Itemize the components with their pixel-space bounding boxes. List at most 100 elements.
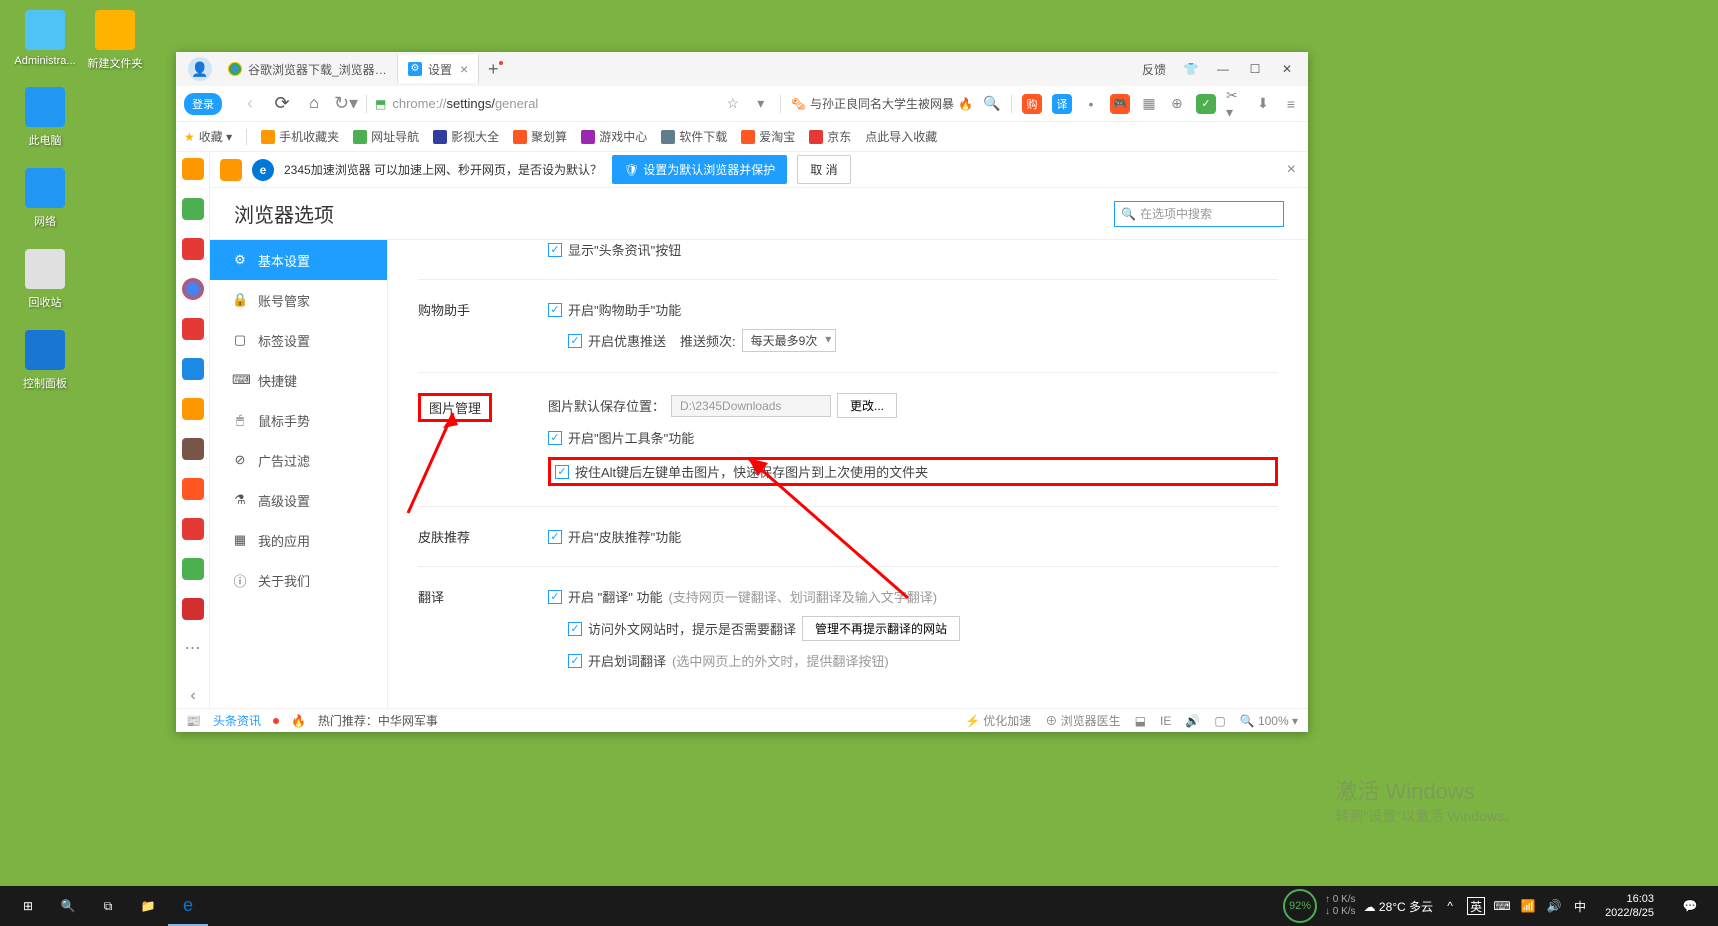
- checkbox-select-translate[interactable]: ✓: [568, 654, 582, 668]
- desktop-icon-recycle[interactable]: 回收站: [10, 249, 80, 310]
- zoom-display[interactable]: 🔍 100% ▾: [1240, 714, 1298, 728]
- speed-widget[interactable]: 92%: [1283, 889, 1317, 923]
- tray-chevron[interactable]: ^: [1441, 897, 1459, 915]
- more-icon[interactable]: •: [1082, 95, 1100, 113]
- checkbox-promo[interactable]: ✓: [568, 334, 582, 348]
- change-path-button[interactable]: 更改...: [837, 393, 897, 418]
- sidebar-app-10[interactable]: [182, 558, 204, 580]
- home-button[interactable]: ⌂: [302, 92, 326, 116]
- ie-mode-icon[interactable]: IE: [1160, 714, 1171, 728]
- bookmark-software[interactable]: 软件下载: [661, 128, 727, 145]
- desktop-icon-control[interactable]: 控制面板: [10, 330, 80, 391]
- fullscreen-icon[interactable]: ▢: [1214, 714, 1225, 728]
- sidebar-more[interactable]: ⋯: [182, 638, 204, 660]
- sidebar-app-2[interactable]: [182, 238, 204, 260]
- checkbox-toolbar[interactable]: ✓: [548, 431, 562, 445]
- checkbox-translate[interactable]: ✓: [548, 590, 562, 604]
- sidebar-app-0[interactable]: [182, 158, 204, 180]
- sidebar-app-7[interactable]: [182, 438, 204, 460]
- checkbox-foreign-prompt[interactable]: ✓: [568, 622, 582, 636]
- bookmark-video[interactable]: 影视大全: [433, 128, 499, 145]
- bookmark-taobao[interactable]: 爱淘宝: [741, 128, 795, 145]
- nav-basic[interactable]: ⚙基本设置: [210, 240, 387, 280]
- nav-apps[interactable]: ▦我的应用: [210, 520, 387, 560]
- tray-ime3[interactable]: 中: [1571, 897, 1589, 915]
- taskbar-clock[interactable]: 16:03 2022/8/25: [1605, 892, 1654, 921]
- status-news[interactable]: 头条资讯: [213, 712, 261, 729]
- explorer-button[interactable]: 📁: [128, 886, 168, 926]
- sidebar-app-8[interactable]: [182, 478, 204, 500]
- nav-shortcuts[interactable]: ⌨快捷键: [210, 360, 387, 400]
- settings-search[interactable]: 🔍 在选项中搜索: [1114, 201, 1284, 227]
- green-icon[interactable]: ✓: [1196, 94, 1216, 114]
- bookmark-mobile[interactable]: 手机收藏夹: [261, 128, 339, 145]
- sidebar-app-5[interactable]: [182, 358, 204, 380]
- grid-icon[interactable]: ▦: [1140, 95, 1158, 113]
- download-icon[interactable]: ⬓: [1135, 714, 1146, 728]
- hot-search[interactable]: 🗞 与孙正良同名大学生被网暴 🔥: [791, 95, 973, 112]
- new-tab-button[interactable]: +: [479, 59, 507, 80]
- close-icon[interactable]: ×: [460, 61, 468, 77]
- sound-icon[interactable]: 🔊: [1185, 714, 1200, 728]
- doctor-link[interactable]: ⊕ 浏览器医生: [1045, 712, 1120, 729]
- shop-icon[interactable]: 购: [1022, 94, 1042, 114]
- news-icon[interactable]: 📰: [186, 714, 201, 728]
- search-icon[interactable]: 🔍: [983, 95, 1001, 113]
- bookmark-import[interactable]: 点此导入收藏: [865, 128, 937, 145]
- tray-volume[interactable]: 🔊: [1545, 897, 1563, 915]
- status-hot[interactable]: 热门推荐：中华网军事: [318, 712, 438, 729]
- browser-task[interactable]: e: [168, 886, 208, 926]
- sidebar-app-6[interactable]: [182, 398, 204, 420]
- optimize-link[interactable]: ⚡ 优化加速: [965, 712, 1031, 729]
- login-button[interactable]: 登录: [184, 93, 222, 115]
- checkbox-alt-save[interactable]: ✓: [555, 465, 569, 479]
- search-button[interactable]: 🔍: [48, 886, 88, 926]
- star-icon[interactable]: ☆: [724, 95, 742, 113]
- tab-settings[interactable]: ⚙ 设置 ×: [398, 55, 479, 83]
- sidebar-app-1[interactable]: [182, 198, 204, 220]
- clock-icon[interactable]: ⊕: [1168, 95, 1186, 113]
- close-icon[interactable]: ×: [1287, 161, 1296, 179]
- minimize-button[interactable]: —: [1208, 56, 1238, 82]
- menu-icon[interactable]: ≡: [1282, 95, 1300, 113]
- bookmark-game[interactable]: 游戏中心: [581, 128, 647, 145]
- tray-ime1[interactable]: 英: [1467, 897, 1485, 915]
- manage-sites-button[interactable]: 管理不再提示翻译的网站: [802, 616, 960, 641]
- image-save-path[interactable]: [671, 395, 831, 417]
- tray-keyboard[interactable]: ⌨: [1493, 897, 1511, 915]
- sidebar-app-9[interactable]: [182, 518, 204, 540]
- download-icon[interactable]: ⬇: [1254, 95, 1272, 113]
- bookmark-jd[interactable]: 京东: [809, 128, 851, 145]
- tray-network[interactable]: 📶: [1519, 897, 1537, 915]
- push-frequency-select[interactable]: 每天最多9次: [742, 329, 837, 352]
- start-button[interactable]: ⊞: [8, 886, 48, 926]
- tab-chrome-download[interactable]: 谷歌浏览器下载_浏览器官网入: [218, 55, 398, 83]
- refresh-button[interactable]: ⟳: [270, 92, 294, 116]
- desktop-icon-network[interactable]: 网络: [10, 168, 80, 229]
- skin-icon[interactable]: 👕: [1176, 56, 1206, 82]
- maximize-button[interactable]: ☐: [1240, 56, 1270, 82]
- feedback-link[interactable]: 反馈: [1142, 61, 1166, 78]
- history-button[interactable]: ↻▾: [334, 92, 358, 116]
- back-button[interactable]: ‹: [238, 92, 262, 116]
- sidebar-app-4[interactable]: [182, 318, 204, 340]
- dropdown-icon[interactable]: ▾: [752, 95, 770, 113]
- desktop-icon-admin[interactable]: Administra...: [10, 10, 80, 67]
- sidebar-app-11[interactable]: [182, 598, 204, 620]
- translate-icon[interactable]: 译: [1052, 94, 1072, 114]
- profile-avatar[interactable]: 👤: [182, 52, 218, 86]
- set-default-button[interactable]: 🛡设置为默认浏览器并保护: [612, 155, 787, 184]
- nav-account[interactable]: 🔒账号管家: [210, 280, 387, 320]
- game-icon[interactable]: 🎮: [1110, 94, 1130, 114]
- sidebar-expand[interactable]: ‹: [176, 684, 210, 708]
- checkbox-headlines[interactable]: ✓: [548, 243, 562, 257]
- nav-advanced[interactable]: ⚗高级设置: [210, 480, 387, 520]
- nav-tabs[interactable]: ▢标签设置: [210, 320, 387, 360]
- desktop-icon-pc[interactable]: 此电脑: [10, 87, 80, 148]
- bookmark-nav[interactable]: 网址导航: [353, 128, 419, 145]
- nav-mouse[interactable]: 🖱鼠标手势: [210, 400, 387, 440]
- checkbox-shopping[interactable]: ✓: [548, 303, 562, 317]
- weather-widget[interactable]: ☁ 28°C 多云: [1364, 898, 1434, 915]
- nav-adblock[interactable]: ⊘广告过滤: [210, 440, 387, 480]
- bookmarks-menu[interactable]: ★收藏 ▾: [184, 128, 232, 145]
